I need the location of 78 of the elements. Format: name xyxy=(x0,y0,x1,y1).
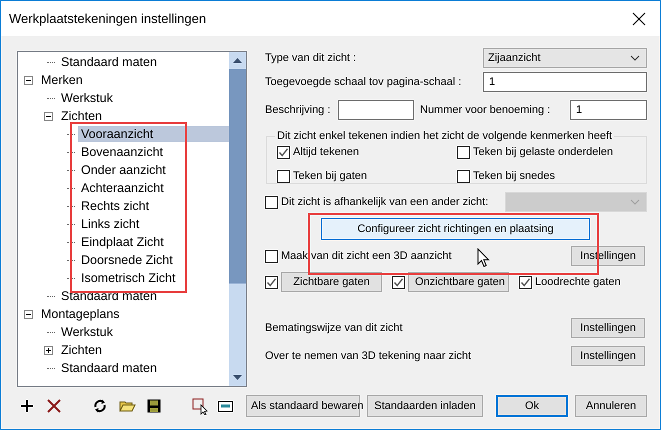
select-button[interactable] xyxy=(191,397,209,415)
refresh-icon xyxy=(93,399,107,413)
checkbox[interactable] xyxy=(519,276,532,288)
dialog-button[interactable]: Standaarden inladen xyxy=(367,395,483,417)
tree-item[interactable]: Standaard maten xyxy=(58,54,160,70)
tree-item[interactable]: Montageplans xyxy=(38,306,123,322)
description-field[interactable] xyxy=(338,100,414,120)
plus-icon xyxy=(44,346,52,354)
up-arrow-icon xyxy=(233,58,242,63)
settings-button[interactable]: Instellingen xyxy=(571,318,645,338)
dialog-button[interactable]: Annuleren xyxy=(575,395,647,417)
tree-item[interactable]: Standaard maten xyxy=(58,288,160,304)
tree-item[interactable]: Vooraanzicht xyxy=(78,126,229,142)
checkbox[interactable] xyxy=(457,146,470,158)
delete-button[interactable] xyxy=(45,397,63,415)
tree-item[interactable]: Werkstuk xyxy=(58,90,116,106)
tree-item[interactable]: Merken xyxy=(38,72,86,88)
close-icon xyxy=(632,12,646,26)
expander-toggle[interactable] xyxy=(44,112,52,120)
chevron-icon xyxy=(630,55,640,61)
mouse-pointer-icon xyxy=(477,248,490,268)
checkbox[interactable] xyxy=(277,170,290,182)
checkbox-label[interactable]: Dit zicht is afhankelijk van een ander zicht: xyxy=(281,196,502,208)
close-button[interactable] xyxy=(630,10,648,28)
number-field[interactable]: 1 xyxy=(570,100,647,120)
checkbox[interactable] xyxy=(265,276,278,288)
tree-item[interactable]: Zichten xyxy=(58,108,105,124)
add-button[interactable] xyxy=(18,397,36,415)
setting-label: Over te nemen van 3D tekening naar zicht xyxy=(265,350,472,362)
scroll-up-button[interactable] xyxy=(229,52,246,69)
holes-button[interactable]: Zichtbare gaten xyxy=(281,272,382,292)
settings-button[interactable]: Instellingen xyxy=(571,346,645,366)
expander-toggle[interactable] xyxy=(44,346,52,354)
checkbox-label[interactable]: Maak van dit zicht een 3D aanzicht xyxy=(281,250,568,262)
checkbox-label[interactable]: Teken bij snedes xyxy=(473,170,555,182)
tree-item[interactable]: Standaard maten xyxy=(58,360,160,376)
group-title: Dit zicht enkel tekenen indien het zicht de volgende kenmerken heeft xyxy=(276,130,614,142)
field-label: Beschrijving : xyxy=(265,104,332,116)
setting-label: Bematingswijze van dit zicht xyxy=(265,322,404,334)
tree-item[interactable]: Rechts zicht xyxy=(78,198,152,214)
selection-pointer-icon xyxy=(192,398,208,414)
expander-toggle[interactable] xyxy=(24,76,32,84)
down-arrow-icon xyxy=(233,375,242,380)
tree-item[interactable]: Links zicht xyxy=(78,216,142,232)
tree-item[interactable]: Achteraanzicht xyxy=(78,180,167,196)
tree-item[interactable]: Isometrisch Zicht xyxy=(78,270,178,286)
tree-item[interactable]: Eindplaat Zicht xyxy=(78,234,167,250)
checkbox[interactable] xyxy=(265,250,278,262)
checkbox[interactable] xyxy=(392,276,405,288)
holes-button[interactable]: Onzichtbare gaten xyxy=(408,272,509,292)
chevron-icon xyxy=(630,199,640,205)
checkbox[interactable] xyxy=(265,196,278,208)
checkbox-label[interactable]: Loodrechte gaten xyxy=(535,276,621,288)
plus-icon xyxy=(20,399,34,413)
folder-icon xyxy=(118,399,136,413)
checkbox-label[interactable]: Teken bij gelaste onderdelen xyxy=(473,146,614,158)
field-label: Toegevoegde schaal tov pagina-schaal : xyxy=(265,76,462,88)
tree-item[interactable]: Onder aanzicht xyxy=(78,162,169,178)
save-button[interactable] xyxy=(145,397,163,415)
tree-item[interactable]: Zichten xyxy=(58,342,105,358)
view-type-dropdown[interactable]: Zijaanzicht xyxy=(483,48,647,68)
checkbox[interactable] xyxy=(277,146,290,158)
field-label: Nummer voor benoeming : xyxy=(419,104,552,116)
checkbox-label[interactable]: Teken bij gaten xyxy=(293,170,367,182)
tree-item[interactable]: Bovenaanzicht xyxy=(78,144,166,160)
window-title: Werkplaatstekeningen instellingen xyxy=(9,11,206,26)
tree-item[interactable]: Doorsnede Zicht xyxy=(78,252,176,268)
scrollbar[interactable] xyxy=(229,52,246,386)
tree-item[interactable]: Werkstuk xyxy=(58,324,116,340)
checkbox-label[interactable]: Altijd tekenen xyxy=(293,146,360,158)
configure-button[interactable]: Configureer zicht richtingen en plaatsing xyxy=(321,218,590,240)
dialog-button[interactable]: Ok xyxy=(496,395,568,417)
field-label: Type van dit zicht : xyxy=(265,52,358,64)
expander-toggle[interactable] xyxy=(24,310,32,318)
text-box-icon xyxy=(218,400,232,412)
checkbox[interactable] xyxy=(457,170,470,182)
scale-field[interactable]: 1 xyxy=(483,72,647,92)
cross-icon xyxy=(47,399,61,413)
